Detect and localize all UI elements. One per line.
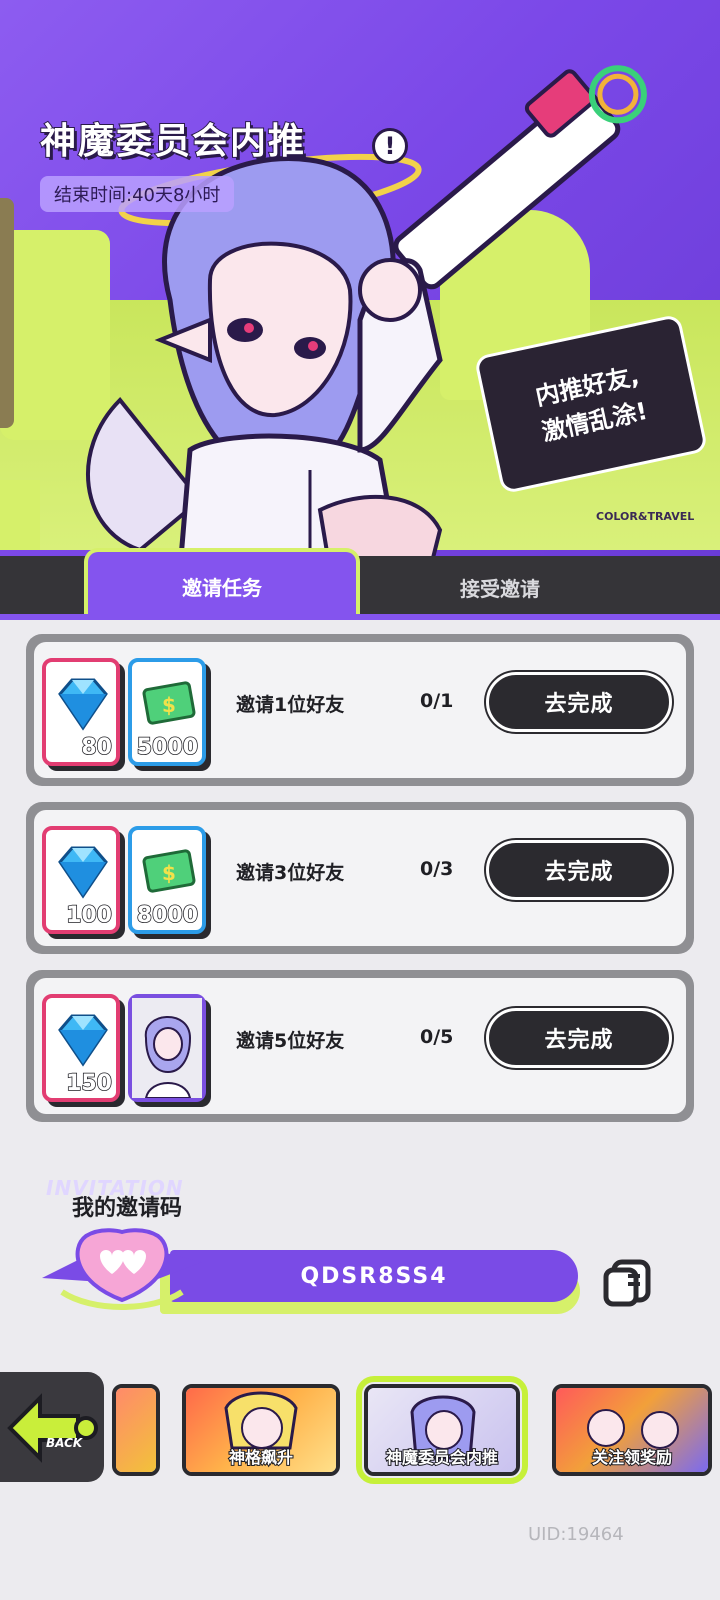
end-time-badge: 结束时间:40天8小时 (40, 176, 235, 212)
event-thumbnail[interactable] (112, 1384, 160, 1476)
task-card: 100 $ 8000 邀请3位好友 0/3 去完成 (26, 802, 694, 954)
diamond-icon (58, 1014, 108, 1067)
back-button[interactable] (0, 1372, 104, 1482)
hearts-emblem-icon (42, 1228, 202, 1310)
task-progress: 0/3 (420, 858, 454, 880)
invite-code-title: 我的邀请码 (72, 1196, 183, 1221)
reward-diamond: 80 (42, 658, 120, 766)
go-complete-button[interactable]: 去完成 (486, 840, 672, 900)
task-card: 80 $ 5000 邀请1位好友 0/1 去完成 (26, 634, 694, 786)
invite-code[interactable]: QDSR8SS4 (170, 1250, 578, 1302)
reward-diamond: 100 (42, 826, 120, 934)
task-card: 150 邀请5位好友 0/5 去完成 (26, 970, 694, 1122)
tab-underline (0, 614, 720, 620)
task-progress: 0/1 (420, 690, 454, 712)
event-label: 关注领奖励 (591, 1447, 673, 1468)
tab-invite-tasks[interactable]: 邀请任务 (84, 548, 360, 620)
reward-amount: 8000 (136, 902, 199, 929)
task-label: 邀请1位好友 (236, 694, 345, 716)
task-label: 邀请3位好友 (236, 862, 345, 884)
go-complete-button[interactable]: 去完成 (486, 1008, 672, 1068)
reward-cash: $ 5000 (128, 658, 206, 766)
svg-text:$: $ (162, 693, 176, 717)
event-art (116, 1388, 156, 1472)
diamond-icon (58, 846, 108, 899)
go-complete-button[interactable]: 去完成 (486, 672, 672, 732)
copy-icon[interactable] (600, 1256, 654, 1310)
selected-event-frame (356, 1376, 528, 1484)
task-progress: 0/5 (420, 1026, 454, 1048)
reward-diamond: 150 (42, 994, 120, 1102)
character-card-icon (132, 998, 202, 1098)
side-drawer-handle[interactable] (0, 198, 14, 428)
tab-bar: 邀请任务 接受邀请 (0, 548, 720, 620)
event-thumbnail[interactable]: 关注领奖励 (552, 1384, 712, 1476)
task-label: 邀请5位好友 (236, 1030, 345, 1052)
brand-mark: COLOR&TRAVEL (596, 510, 695, 523)
reward-amount: 100 (65, 902, 112, 929)
back-arrow-icon (7, 1393, 98, 1463)
svg-text:$: $ (162, 861, 176, 885)
event-thumbnail[interactable]: 神格飙升 (182, 1384, 340, 1476)
hero-banner: 内推好友, 激情乱涂! COLOR&TRAVEL (0, 0, 720, 572)
tab-accept-invitation[interactable]: 接受邀请 (380, 556, 620, 618)
reward-amount: 5000 (136, 734, 199, 761)
diamond-icon (58, 678, 108, 731)
event-label: 神格飙升 (228, 1447, 294, 1468)
task-card-body: 80 $ 5000 邀请1位好友 0/1 去完成 (34, 642, 686, 778)
task-card-body: 150 邀请5位好友 0/5 去完成 (34, 978, 686, 1114)
reward-cash: $ 8000 (128, 826, 206, 934)
exclamation-icon[interactable]: ! (372, 128, 408, 164)
reward-amount: 150 (65, 1070, 112, 1097)
cash-icon: $ (142, 681, 196, 725)
reward-character-card (128, 994, 206, 1102)
character-illustration (86, 65, 647, 570)
page-title: 神魔委员会内推 (39, 120, 307, 163)
back-label: BACK (46, 1436, 83, 1450)
reward-amount: 80 (81, 734, 113, 761)
banner-lime-shape (0, 480, 40, 550)
user-id: UID:19464 (528, 1524, 624, 1545)
task-card-body: 100 $ 8000 邀请3位好友 0/3 去完成 (34, 810, 686, 946)
cash-icon: $ (142, 849, 196, 893)
